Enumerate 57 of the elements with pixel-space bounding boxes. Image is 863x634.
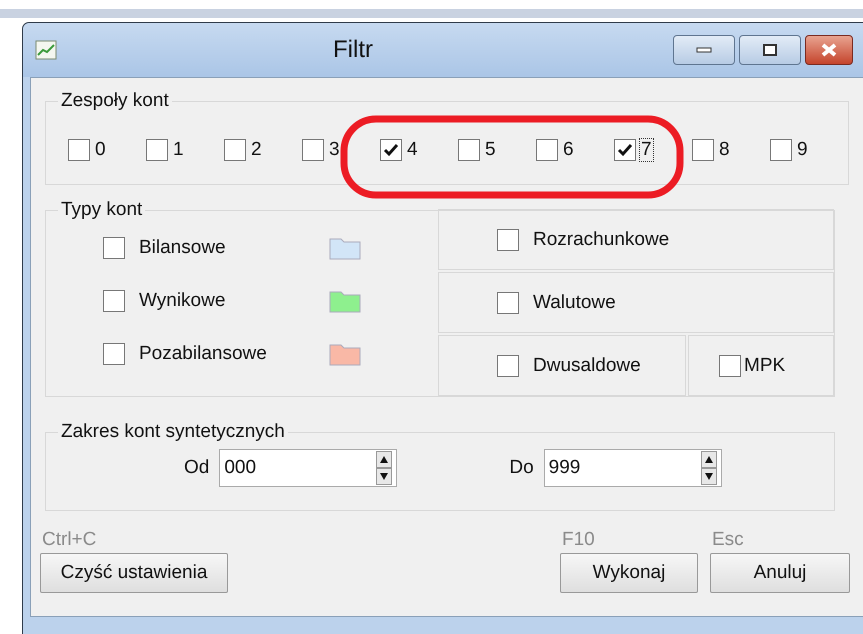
shortcut-hint: F10 [562, 529, 595, 551]
window-title: Filtr [333, 36, 373, 64]
checkbox[interactable] [103, 290, 125, 312]
action-button[interactable]: Wykonaj [560, 553, 698, 593]
checkbox-label: Dwusaldowe [533, 354, 641, 376]
checkbox[interactable] [458, 139, 480, 161]
close-icon [820, 43, 838, 57]
maximize-icon [762, 44, 778, 56]
checkbox-label: MPK [744, 354, 786, 376]
shortcut-hint: Esc [712, 529, 744, 551]
checkbox-label: Rozrachunkowe [533, 228, 670, 250]
checkbox[interactable] [302, 139, 324, 161]
checkbox[interactable] [614, 139, 636, 161]
shortcut-hint: Ctrl+C [42, 529, 96, 551]
checkbox[interactable] [146, 139, 168, 161]
checkbox[interactable] [770, 139, 792, 161]
checkbox-label: 3 [328, 138, 341, 162]
spinner-arrows-icon[interactable] [376, 451, 392, 485]
checkbox[interactable] [719, 354, 741, 376]
checkbox[interactable] [68, 139, 90, 161]
checkbox[interactable] [103, 237, 125, 259]
field-label: Do [509, 457, 534, 479]
checkbox[interactable] [497, 228, 519, 250]
chart-icon [35, 40, 57, 60]
checkbox-label: 0 [94, 138, 107, 162]
checkbox[interactable] [536, 139, 558, 161]
checkbox-label: 8 [718, 138, 731, 162]
action-button[interactable]: Anuluj [710, 553, 850, 593]
group-title: Typy kont [60, 199, 144, 221]
checkbox[interactable] [497, 354, 519, 376]
checkbox-label: 9 [796, 138, 809, 162]
close-button[interactable] [805, 35, 853, 65]
checkbox-label: Wynikowe [139, 290, 226, 312]
checkbox-label: 5 [484, 138, 497, 162]
field-label: Od [184, 457, 210, 479]
checkbox-label: 4 [406, 138, 419, 162]
checkbox-label: 7 [639, 138, 654, 162]
group-title: Zespoły kont [60, 90, 170, 112]
checkbox-label: Bilansowe [139, 237, 227, 259]
checkbox-label: 1 [172, 138, 185, 162]
number-spinner[interactable]: 000 [219, 449, 398, 487]
spinner-arrows-icon[interactable] [700, 451, 717, 485]
checkbox[interactable] [692, 139, 714, 161]
checkbox-label: Walutowe [533, 292, 616, 314]
checkbox-label: 6 [562, 138, 575, 162]
checkbox-label: 2 [250, 138, 263, 162]
minimize-button[interactable] [673, 35, 735, 65]
action-button[interactable]: Czyść ustawienia [40, 553, 228, 593]
checkbox-label: Pozabilansowe [139, 343, 268, 365]
maximize-button[interactable] [739, 35, 801, 65]
number-spinner[interactable]: 999 [544, 449, 722, 487]
checkbox[interactable] [497, 292, 519, 314]
checkbox[interactable] [103, 343, 125, 365]
checkbox[interactable] [380, 139, 402, 161]
checkbox[interactable] [224, 139, 246, 161]
group-title: Zakres kont syntetycznych [60, 421, 286, 443]
minimize-icon [696, 46, 712, 54]
